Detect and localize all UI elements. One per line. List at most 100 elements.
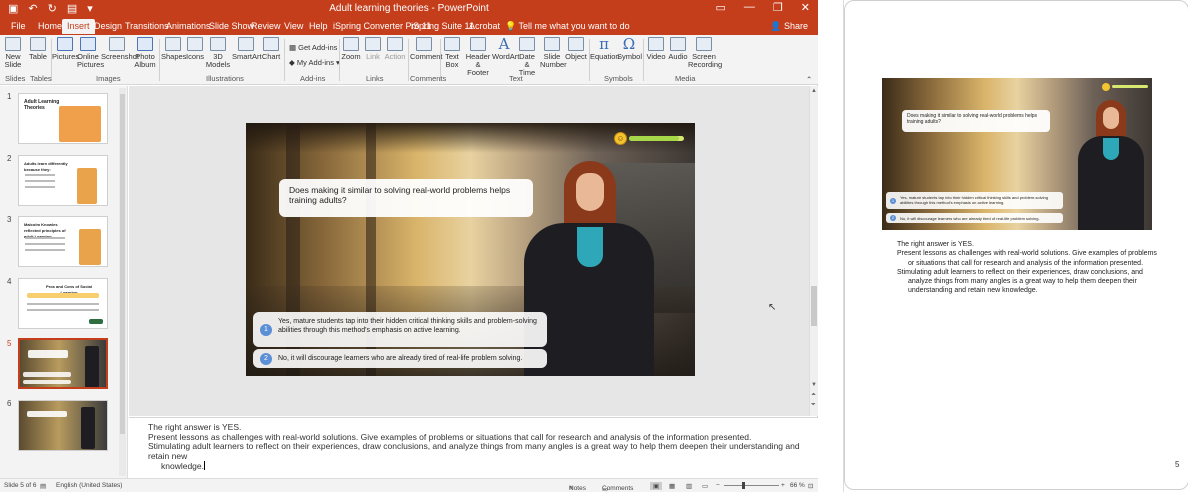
current-slide[interactable]: ☺ Does making it similar to solving real… [246,123,695,376]
video-button[interactable]: Video [645,37,667,61]
answer-option-2: 2 No, it will discourage learners who ar… [886,213,1063,223]
spelling-icon[interactable]: ▤ [40,482,46,490]
scroll-up-icon[interactable]: ▲ [811,88,817,94]
tab-help[interactable]: Help [309,21,328,31]
zoom-slider[interactable] [724,482,779,489]
3d-models-button[interactable]: 3D Models [205,37,231,69]
tab-design[interactable]: Design [94,21,122,31]
previous-slide-icon[interactable]: ⏶ [811,392,816,399]
restore-icon[interactable]: ❐ [773,1,783,14]
slideshow-view-icon[interactable]: ▭ [702,482,708,490]
new-slide-button[interactable]: New Slide [4,37,22,69]
woman-photo [1078,100,1144,230]
tab-acrobat[interactable]: Acrobat [469,21,500,31]
screen-recording-button[interactable]: Screen Recording [688,37,722,69]
wordart-button[interactable]: A WordArt [492,37,519,61]
notes-line: Stimulating adult learners to reflect on… [148,441,800,461]
tab-home[interactable]: Home [38,21,62,31]
ribbon-display-icon[interactable]: ▭ [716,1,726,14]
speaker-icon [670,37,686,51]
next-slide-icon[interactable]: ⏷ [811,402,816,409]
slide-thumbnail-6[interactable] [18,400,108,451]
zoom-button[interactable]: Zoom [341,37,361,61]
get-addins-button[interactable]: ▦ Get Add-ins [289,43,337,52]
thumb-number: 2 [7,154,12,163]
notes-page-slide-image: Does making it similar to solving real-w… [882,78,1152,230]
zoom-in-icon[interactable]: + [781,482,785,489]
header-footer-button[interactable]: Header & Footer [464,37,492,77]
object-button[interactable]: Object [565,37,587,61]
fit-slide-icon[interactable]: ⊡ [808,482,813,490]
table-button[interactable]: Table [28,37,48,61]
slide-thumbnail-1[interactable]: Adult Learning Theories [18,93,108,144]
shapes-button[interactable]: Shapes [161,37,186,61]
slide-thumbnail-2[interactable]: Adults learn differently because they: [18,155,108,206]
group-label-addins: Add-ins [300,74,326,83]
slide-vertical-scrollbar[interactable]: ▲ ▼ ⏶ ⏷ [809,86,818,416]
slide-thumbnail-3[interactable]: Malcolm Knowles reflected principles of … [18,216,108,267]
symbol-button[interactable]: Ω Symbol [617,37,642,61]
slide-thumbnail-4[interactable]: Pros and Cons of Social Learning [18,278,108,329]
slide-thumbnail-5[interactable] [18,338,108,389]
text-box-button[interactable]: Text Box [442,37,462,69]
tell-me-search[interactable]: 💡 Tell me what you want to do [505,21,630,32]
tab-insert[interactable]: Insert [62,19,95,34]
zoom-slider-knob[interactable] [742,482,745,489]
chart-button[interactable]: Chart [261,37,281,61]
person-illustration [77,168,97,204]
pictures-button[interactable]: Pictures [52,37,79,61]
tab-slide-show[interactable]: Slide Show [209,21,254,31]
scrollbar-thumb[interactable] [120,94,125,434]
slide-number-button[interactable]: Slide Number [540,37,567,69]
tab-transitions[interactable]: Transitions [125,21,169,31]
thumb-title: Adults learn differently because they: [24,161,68,172]
photo-album-button[interactable]: Photo Album [134,37,156,69]
reading-view-icon[interactable]: ▥ [686,482,692,490]
answer-option-1[interactable]: 1 Yes, mature students tap into their hi… [253,312,547,347]
my-addins-button[interactable]: ◆ My Add-ins ▾ [289,58,340,67]
scrollbar-thumb[interactable] [811,286,817,326]
collapse-ribbon-icon[interactable]: ⌃ [806,75,812,84]
language-indicator[interactable]: English (United States) [56,482,122,489]
slide-sorter-icon[interactable]: ▦ [669,482,675,490]
table-header [27,293,99,298]
screenshot-button[interactable]: Screenshot [101,37,139,61]
zoom-out-icon[interactable]: − [716,482,720,489]
link-button[interactable]: Link [364,37,382,61]
share-button[interactable]: 👤 Share [770,21,808,32]
comment-button[interactable]: Comment [410,37,443,61]
online-pictures-button[interactable]: Online Pictures [77,37,104,69]
equation-button[interactable]: π Equation [590,37,620,61]
person-photo [85,346,99,387]
person-illustration [79,229,101,265]
thumb-number-selected: 5 [7,339,12,348]
answer-option-2[interactable]: 2 No, it will discourage learners who ar… [253,349,547,368]
comment-icon [416,37,432,51]
audio-button[interactable]: Audio [668,37,688,61]
close-icon[interactable]: ✕ [801,1,810,14]
answer-text: No, it will discourage learners who are … [278,355,523,362]
thumbnails-scrollbar[interactable] [119,88,126,476]
group-separator [159,39,160,81]
tab-animations[interactable]: Animations [166,21,211,31]
zoom-level[interactable]: 66 % [790,482,805,489]
notes-pane[interactable]: The right answer is YES. Present lessons… [129,417,818,478]
normal-view-icon[interactable]: ▣ [650,482,663,490]
date-time-button[interactable]: Date & Time [516,37,538,77]
thumb-button [89,319,103,324]
tab-ispring-suite[interactable]: iSpring Suite 11 [411,21,474,31]
icons-button[interactable]: Icons [186,37,204,61]
tab-view[interactable]: View [284,21,303,31]
tab-file[interactable]: File [11,21,26,31]
tab-review[interactable]: Review [251,21,281,31]
minimize-icon[interactable]: — [744,1,755,14]
smartart-button[interactable]: SmartArt [232,37,262,61]
thumb-line [25,174,55,176]
scroll-down-icon[interactable]: ▼ [811,382,817,388]
answer-text: No, it will discourage learners who are … [900,216,1040,221]
notes-line-continued: knowledge. [161,461,206,471]
group-label-media: Media [675,74,696,83]
mood-meter [1102,83,1148,91]
icons-icon [187,37,203,51]
action-button[interactable]: Action [384,37,406,61]
